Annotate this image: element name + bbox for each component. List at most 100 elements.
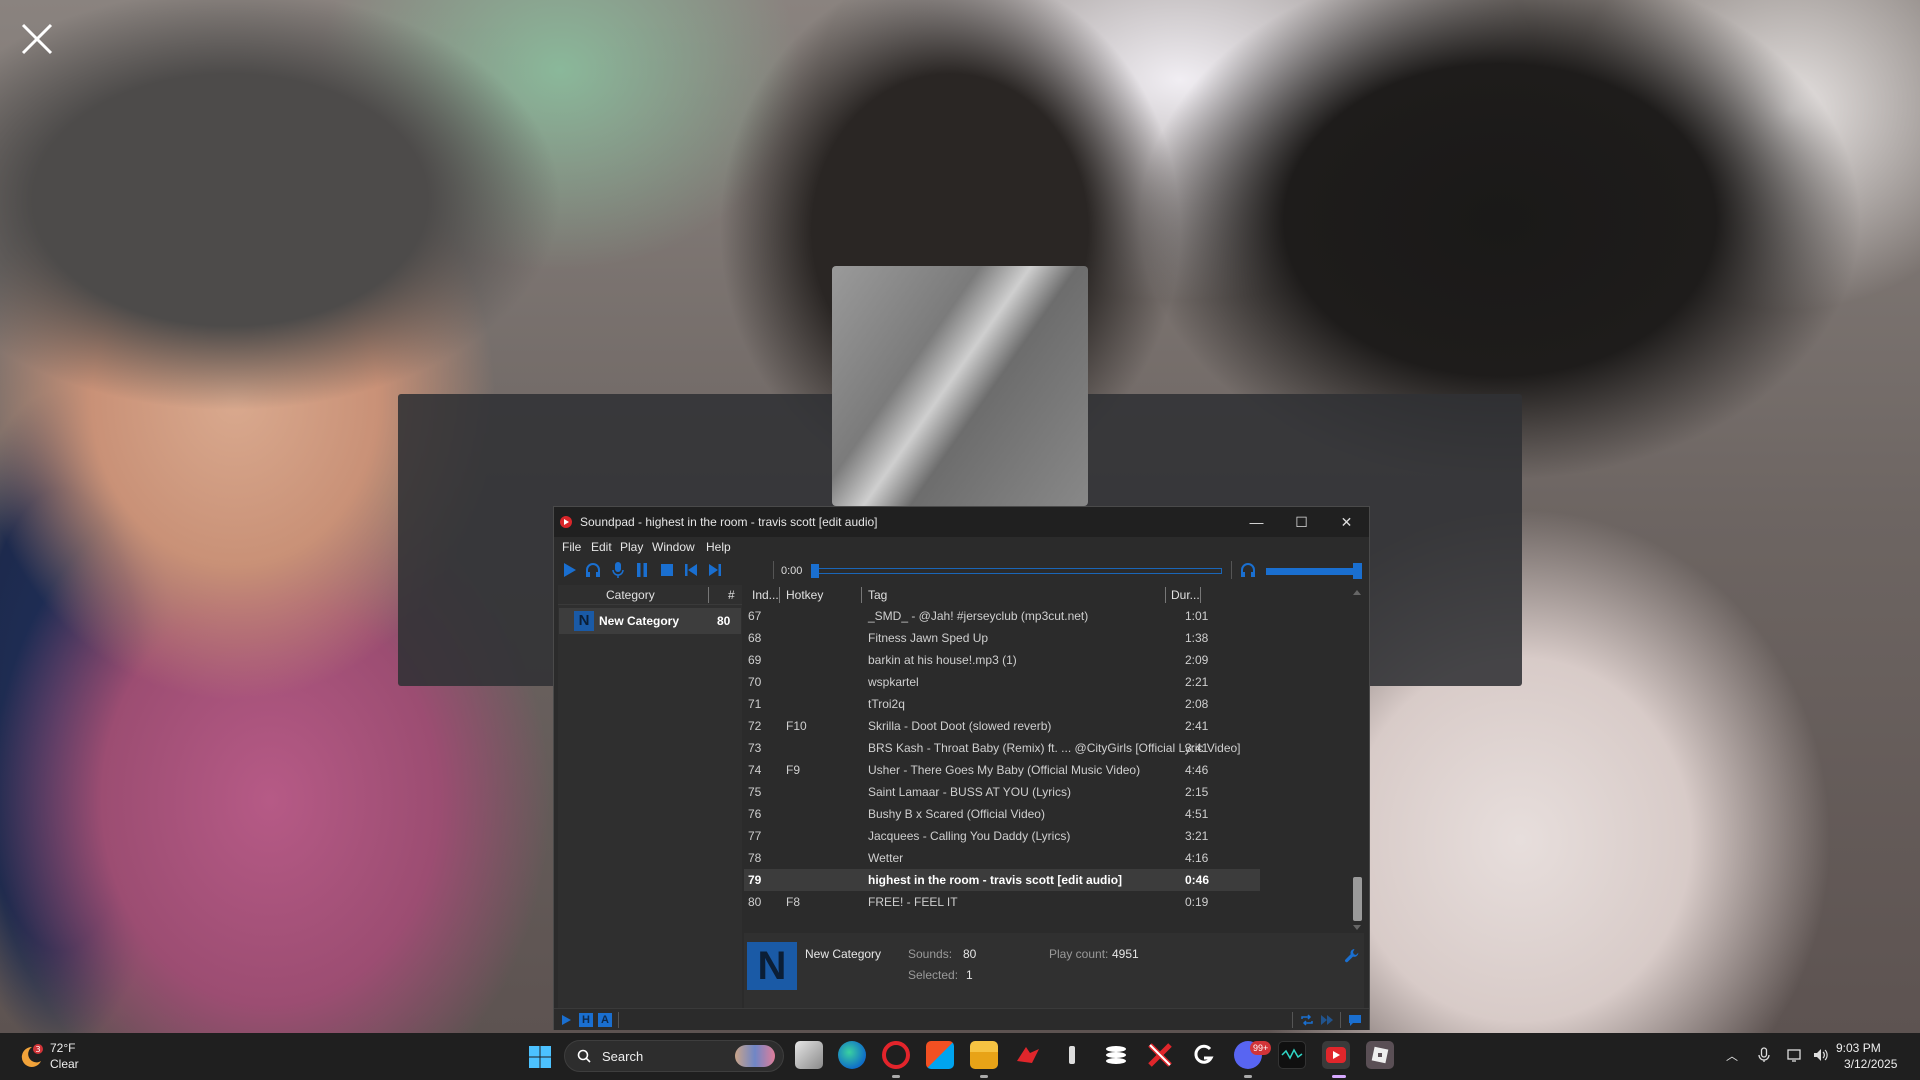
scroll-down-icon[interactable] [1352, 924, 1362, 931]
auto-toggle[interactable]: A [598, 1013, 612, 1027]
row-duration: 1:01 [1185, 609, 1209, 623]
duration-column-header[interactable]: Dur... [1171, 588, 1200, 602]
network-icon[interactable] [1787, 1047, 1803, 1063]
table-row[interactable]: 69 barkin at his house!.mp3 (1) 2:09 [744, 649, 1260, 671]
close-button[interactable]: ✕ [1324, 507, 1369, 537]
table-row[interactable]: 67 _SMD_ - @Jah! #jerseyclub (mp3cut.net)… [744, 605, 1260, 627]
table-row[interactable]: 76 Bushy B x Scared (Official Video) 4:51 [744, 803, 1260, 825]
scrollbar-thumb[interactable] [1353, 877, 1362, 921]
column-separator[interactable] [861, 587, 862, 603]
taskbar-search-box[interactable]: Search [564, 1040, 784, 1072]
table-row[interactable]: 78 Wetter 4:16 [744, 847, 1260, 869]
play-small-icon[interactable] [559, 1013, 573, 1027]
soundpad-taskbar-icon[interactable] [1322, 1041, 1350, 1069]
wrench-icon[interactable] [1344, 948, 1360, 964]
waveform-app-icon[interactable] [1278, 1041, 1306, 1069]
row-hotkey: F8 [786, 895, 801, 909]
status-divider [618, 1012, 619, 1028]
clock-time[interactable]: 9:03 PM [1836, 1041, 1881, 1055]
fast-forward-icon[interactable] [1320, 1013, 1334, 1027]
menu-window[interactable]: Window [652, 540, 695, 554]
list-scrollbar[interactable] [1350, 587, 1364, 933]
seek-bar[interactable] [811, 564, 1222, 578]
table-row[interactable]: 70 wspkartel 2:21 [744, 671, 1260, 693]
microphone-play-icon[interactable] [609, 561, 627, 579]
table-row[interactable]: 72 F10 Skrilla - Doot Doot (slowed reverb)… [744, 715, 1260, 737]
maximize-button[interactable]: ☐ [1279, 507, 1324, 537]
microphone-icon[interactable] [1756, 1047, 1772, 1063]
category-column-header[interactable]: Category [606, 588, 655, 602]
table-row[interactable]: 74 F9 Usher - There Goes My Baby (Official… [744, 759, 1260, 781]
headphones-play-icon[interactable] [584, 561, 602, 579]
menu-file[interactable]: File [562, 540, 581, 554]
roblox-icon[interactable] [1366, 1041, 1394, 1069]
column-separator[interactable] [1165, 587, 1166, 603]
minimize-button[interactable]: — [1234, 507, 1279, 537]
repeat-icon[interactable] [1300, 1013, 1314, 1027]
x-logo-icon [1148, 1043, 1172, 1067]
menu-play[interactable]: Play [620, 540, 643, 554]
stop-icon[interactable] [658, 561, 676, 579]
category-item[interactable]: N New Category 80 [559, 608, 741, 634]
table-row[interactable]: 73 BRS Kash - Throat Baby (Remix) ft. ...… [744, 737, 1260, 759]
table-row-selected[interactable]: 79 highest in the room - travis scott [ed… [744, 869, 1260, 891]
row-index: 74 [748, 763, 762, 777]
play-icon[interactable] [560, 561, 578, 579]
tag-column-header[interactable]: Tag [868, 588, 887, 602]
row-tag: Bushy B x Scared (Official Video) [868, 807, 1045, 821]
clock-date[interactable]: 3/12/2025 [1844, 1057, 1897, 1071]
hotkeys-toggle[interactable]: H [579, 1013, 593, 1027]
row-tag: tTroi2q [868, 697, 905, 711]
table-row[interactable]: 80 F8 FREE! - FEEL IT 0:19 [744, 891, 1260, 913]
count-column-header[interactable]: # [728, 588, 735, 602]
weather-moon-icon[interactable]: 3 [18, 1043, 44, 1069]
column-separator[interactable] [779, 587, 780, 603]
table-row[interactable]: 71 tTroi2q 2:08 [744, 693, 1260, 715]
row-tag: highest in the room - travis scott [edit… [868, 873, 1123, 887]
red-dragon-icon[interactable] [1014, 1041, 1042, 1069]
hotkey-column-header[interactable]: Hotkey [786, 588, 823, 602]
tray-overflow-icon[interactable]: ︿ [1726, 1047, 1738, 1064]
media-app-icon[interactable] [1058, 1041, 1086, 1069]
headphones-volume-icon[interactable] [1239, 561, 1257, 579]
toolbar-divider [1231, 561, 1232, 579]
running-indicator [980, 1075, 988, 1078]
volume-slider[interactable] [1266, 568, 1356, 575]
column-separator[interactable] [708, 587, 709, 603]
index-column-header[interactable]: Ind... [752, 588, 779, 602]
edge-icon[interactable] [838, 1041, 866, 1069]
row-index: 72 [748, 719, 762, 733]
pause-icon[interactable] [633, 561, 651, 579]
menu-edit[interactable]: Edit [591, 540, 612, 554]
soundpad-play-icon [1326, 1047, 1346, 1063]
table-row[interactable]: 68 Fitness Jawn Sped Up 1:38 [744, 627, 1260, 649]
title-bar[interactable]: Soundpad - highest in the room - travis … [554, 507, 1369, 537]
search-icon [577, 1049, 591, 1063]
status-divider [1340, 1012, 1341, 1028]
window-title: Soundpad - highest in the room - travis … [580, 515, 878, 529]
task-view-icon[interactable] [795, 1041, 823, 1069]
x-app-icon[interactable] [1146, 1041, 1174, 1069]
next-icon[interactable] [706, 561, 724, 579]
windows-start-icon[interactable] [528, 1045, 552, 1069]
stacked-app-icon[interactable] [1102, 1041, 1130, 1069]
logitech-g-icon[interactable] [1190, 1041, 1218, 1069]
column-separator[interactable] [1200, 587, 1201, 603]
opera-gx-icon[interactable] [882, 1041, 910, 1069]
scroll-up-icon[interactable] [1352, 589, 1362, 596]
volume-handle[interactable] [1353, 563, 1363, 579]
row-duration: 0:46 [1185, 873, 1210, 887]
menu-help[interactable]: Help [706, 540, 731, 554]
table-row[interactable]: 75 Saint Lamaar - BUSS AT YOU (Lyrics) 2:1… [744, 781, 1260, 803]
row-duration: 3:41 [1185, 741, 1209, 755]
microsoft-store-icon[interactable] [926, 1041, 954, 1069]
seek-handle[interactable] [811, 564, 819, 578]
file-explorer-icon[interactable] [970, 1041, 998, 1069]
speaker-icon[interactable] [1812, 1047, 1828, 1063]
weather-temperature: 72°F [50, 1041, 76, 1055]
previous-icon[interactable] [682, 561, 700, 579]
table-row[interactable]: 77 Jacquees - Calling You Daddy (Lyrics) 3… [744, 825, 1260, 847]
close-icon[interactable] [20, 22, 54, 56]
row-tag: _SMD_ - @Jah! #jerseyclub (mp3cut.net) [868, 609, 1089, 623]
chat-icon[interactable] [1348, 1013, 1362, 1027]
